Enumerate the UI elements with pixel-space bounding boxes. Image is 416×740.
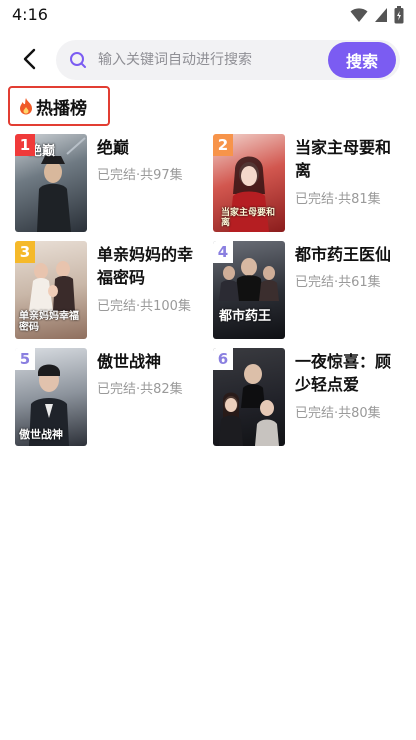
- drama-poster: 当家主母要和离 2: [213, 134, 285, 232]
- status-time: 4:16: [12, 5, 48, 24]
- status-icons: [350, 6, 404, 28]
- drama-card[interactable]: 6 一夜惊喜：顾少轻点爱 已完结·共80集: [213, 348, 403, 446]
- poster-title-text: 单亲妈妈幸福密码: [19, 311, 79, 333]
- drama-title: 单亲妈妈的幸福密码: [97, 245, 194, 287]
- rank-badge: 3: [15, 241, 35, 263]
- drama-title: 绝巅: [97, 138, 130, 157]
- drama-card[interactable]: 都市药王 4 都市药王医仙 已完结·共61集: [213, 241, 403, 339]
- drama-meta: 已完结·共100集: [97, 299, 191, 314]
- drama-title: 一夜惊喜：顾少轻点爱: [295, 352, 392, 394]
- drama-title: 当家主母要和离: [295, 138, 392, 180]
- rank-badge: 5: [15, 348, 35, 370]
- rank-badge: 1: [15, 134, 35, 156]
- cellular-signal-icon: [374, 7, 388, 27]
- drama-title: 都市药王医仙: [295, 245, 392, 264]
- drama-card[interactable]: 绝巅 1 绝巅 已完结·共97集: [15, 134, 205, 232]
- drama-meta: 已完结·共82集: [97, 382, 183, 397]
- rank-badge: 4: [213, 241, 233, 263]
- fire-icon: [18, 97, 34, 115]
- drama-meta: 已完结·共80集: [295, 406, 381, 421]
- drama-title: 傲世战神: [97, 352, 162, 371]
- rank-badge: 6: [213, 348, 233, 370]
- search-header: 搜索: [0, 38, 416, 84]
- drama-card[interactable]: 傲世战神 5 傲世战神 已完结·共82集: [15, 348, 205, 446]
- poster-title-text: 傲世战神: [19, 428, 63, 441]
- drama-meta: 已完结·共61集: [295, 275, 381, 290]
- search-box[interactable]: 搜索: [56, 40, 400, 80]
- rank-badge: 2: [213, 134, 233, 156]
- drama-poster: 6: [213, 348, 285, 446]
- drama-poster: 傲世战神 5: [15, 348, 87, 446]
- battery-icon: [394, 6, 404, 28]
- search-icon: [68, 50, 88, 70]
- section-title: 热播榜: [36, 98, 87, 119]
- drama-poster: 绝巅 1: [15, 134, 87, 232]
- section-header-hot-list: 热播榜: [8, 86, 110, 126]
- search-button[interactable]: 搜索: [328, 42, 396, 78]
- drama-poster: 都市药王 4: [213, 241, 285, 339]
- drama-poster: 单亲妈妈幸福密码 3: [15, 241, 87, 339]
- chevron-left-icon: [22, 48, 36, 74]
- drama-card[interactable]: 当家主母要和离 2 当家主母要和离 已完结·共81集: [213, 134, 403, 232]
- back-button[interactable]: [14, 46, 44, 76]
- poster-title-text: 都市药王: [219, 309, 272, 324]
- status-bar: 4:16: [0, 0, 416, 32]
- drama-meta: 已完结·共97集: [97, 168, 183, 183]
- poster-title-text: 当家主母要和离: [221, 208, 276, 228]
- drama-meta: 已完结·共81集: [295, 192, 381, 207]
- wifi-icon: [350, 7, 368, 27]
- drama-card[interactable]: 单亲妈妈幸福密码 3 单亲妈妈的幸福密码 已完结·共100集: [15, 241, 205, 339]
